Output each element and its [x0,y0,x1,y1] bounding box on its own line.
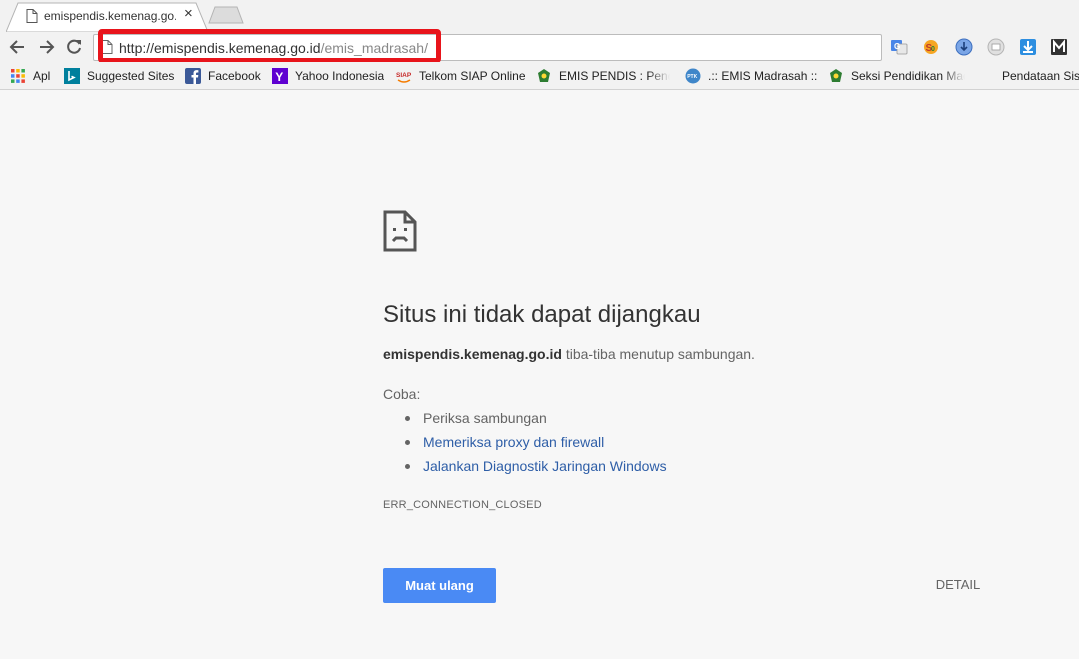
suggestion-link-proxy[interactable]: Memeriksa proxy dan firewall [423,434,604,450]
google-translate-icon[interactable]: G [890,38,908,56]
reload-button[interactable]: Muat ulang [383,568,496,603]
error-description-text: tiba-tiba menutup sambungan. [561,346,755,362]
download-circle-icon[interactable] [955,38,973,56]
bookmark-label: Seksi Pendidikan Mad [851,69,965,83]
bookmark-pendataan-siswa[interactable]: Pendataan Sisw [1002,67,1079,85]
sad-page-icon [383,210,417,252]
bookmark-label: Facebook [208,69,261,83]
page-info-icon[interactable] [101,40,113,54]
details-button[interactable]: DETAIL [928,577,988,595]
bullet [405,464,410,469]
facebook-icon [185,68,201,84]
svg-text:Y: Y [275,70,283,84]
window-icon[interactable] [987,38,1005,56]
bookmark-label: Suggested Sites [87,69,175,83]
address-bar[interactable]: http://emispendis.kemenag.go.id/emis_mad… [93,34,882,61]
url-host: http://emispendis.kemenag.go.id [119,40,321,56]
bookmark-label: Pendataan Sisw [1002,69,1079,83]
error-code: ERR_CONNECTION_CLOSED [383,499,542,511]
page-icon [26,9,38,23]
bookmark-emis-pendis[interactable]: EMIS PENDIS : Penda [536,67,672,85]
download-arrow-icon[interactable] [1019,38,1037,56]
bookmark-apps[interactable]: Apl [10,67,50,85]
new-tab-button[interactable] [208,6,244,24]
url-path: /emis_madrasah/ [320,40,428,56]
error-title: Situs ini tidak dapat dijangkau [383,301,701,328]
bookmark-label: .:: EMIS Madrasah ::. [708,69,817,83]
bullet [405,416,410,421]
bookmark-facebook[interactable]: Facebook [185,67,261,85]
tab-close-icon[interactable]: × [184,6,196,21]
seo-quake-icon[interactable]: S 0 [922,38,940,56]
bookmark-telkom-siap[interactable]: SIAP Telkom SIAP Online [396,67,526,85]
error-page: Situs ini tidak dapat dijangkau emispend… [0,91,1079,659]
error-host: emispendis.kemenag.go.id [383,346,562,362]
suggestion-link-diagnostics[interactable]: Jalankan Diagnostik Jaringan Windows [423,458,667,474]
bookmarks-bar: Apl Suggested Sites Facebook Y Yahoo Ind… [0,62,1079,90]
back-icon[interactable] [8,37,28,57]
url-text[interactable]: http://emispendis.kemenag.go.id/emis_mad… [119,40,428,56]
apps-grid-icon [11,69,25,83]
bookmark-seksi-pendidikan[interactable]: Seksi Pendidikan Mad [828,67,968,85]
bookmark-yahoo[interactable]: Y Yahoo Indonesia [272,67,384,85]
bookmark-emis-madrasah[interactable]: PTK .:: EMIS Madrasah ::. [685,67,817,85]
error-description: emispendis.kemenag.go.id tiba-tiba menut… [383,346,755,362]
bullet [405,440,410,445]
kemenag-icon [830,69,842,82]
bing-icon [64,68,80,84]
svg-text:G: G [894,42,900,51]
svg-text:SIAP: SIAP [396,72,412,79]
toolbar: http://emispendis.kemenag.go.id/emis_mad… [0,32,1079,62]
bookmark-label: EMIS PENDIS : Penda [559,69,670,83]
tab-active[interactable]: emispendis.kemenag.go.id × [6,2,208,32]
svg-text:0: 0 [931,46,935,53]
ptk-icon: PTK [685,68,701,84]
tab-title: emispendis.kemenag.go.id [44,9,176,23]
reload-icon[interactable] [64,37,84,57]
tab-strip: emispendis.kemenag.go.id × [0,0,1079,32]
yahoo-icon: Y [272,68,288,84]
suggestion-text: Periksa sambungan [423,410,547,426]
kemenag-icon [538,69,550,82]
bookmark-suggested-sites[interactable]: Suggested Sites [64,67,174,85]
bookmark-label: Apl [33,69,51,83]
siap-icon: SIAP [396,72,412,83]
bookmark-label: Yahoo Indonesia [295,69,385,83]
forward-icon[interactable] [36,37,56,57]
bookmark-label: Telkom SIAP Online [419,69,526,83]
m-extension-icon[interactable] [1050,38,1068,56]
svg-text:PTK: PTK [687,74,697,80]
try-label: Coba: [383,386,421,402]
